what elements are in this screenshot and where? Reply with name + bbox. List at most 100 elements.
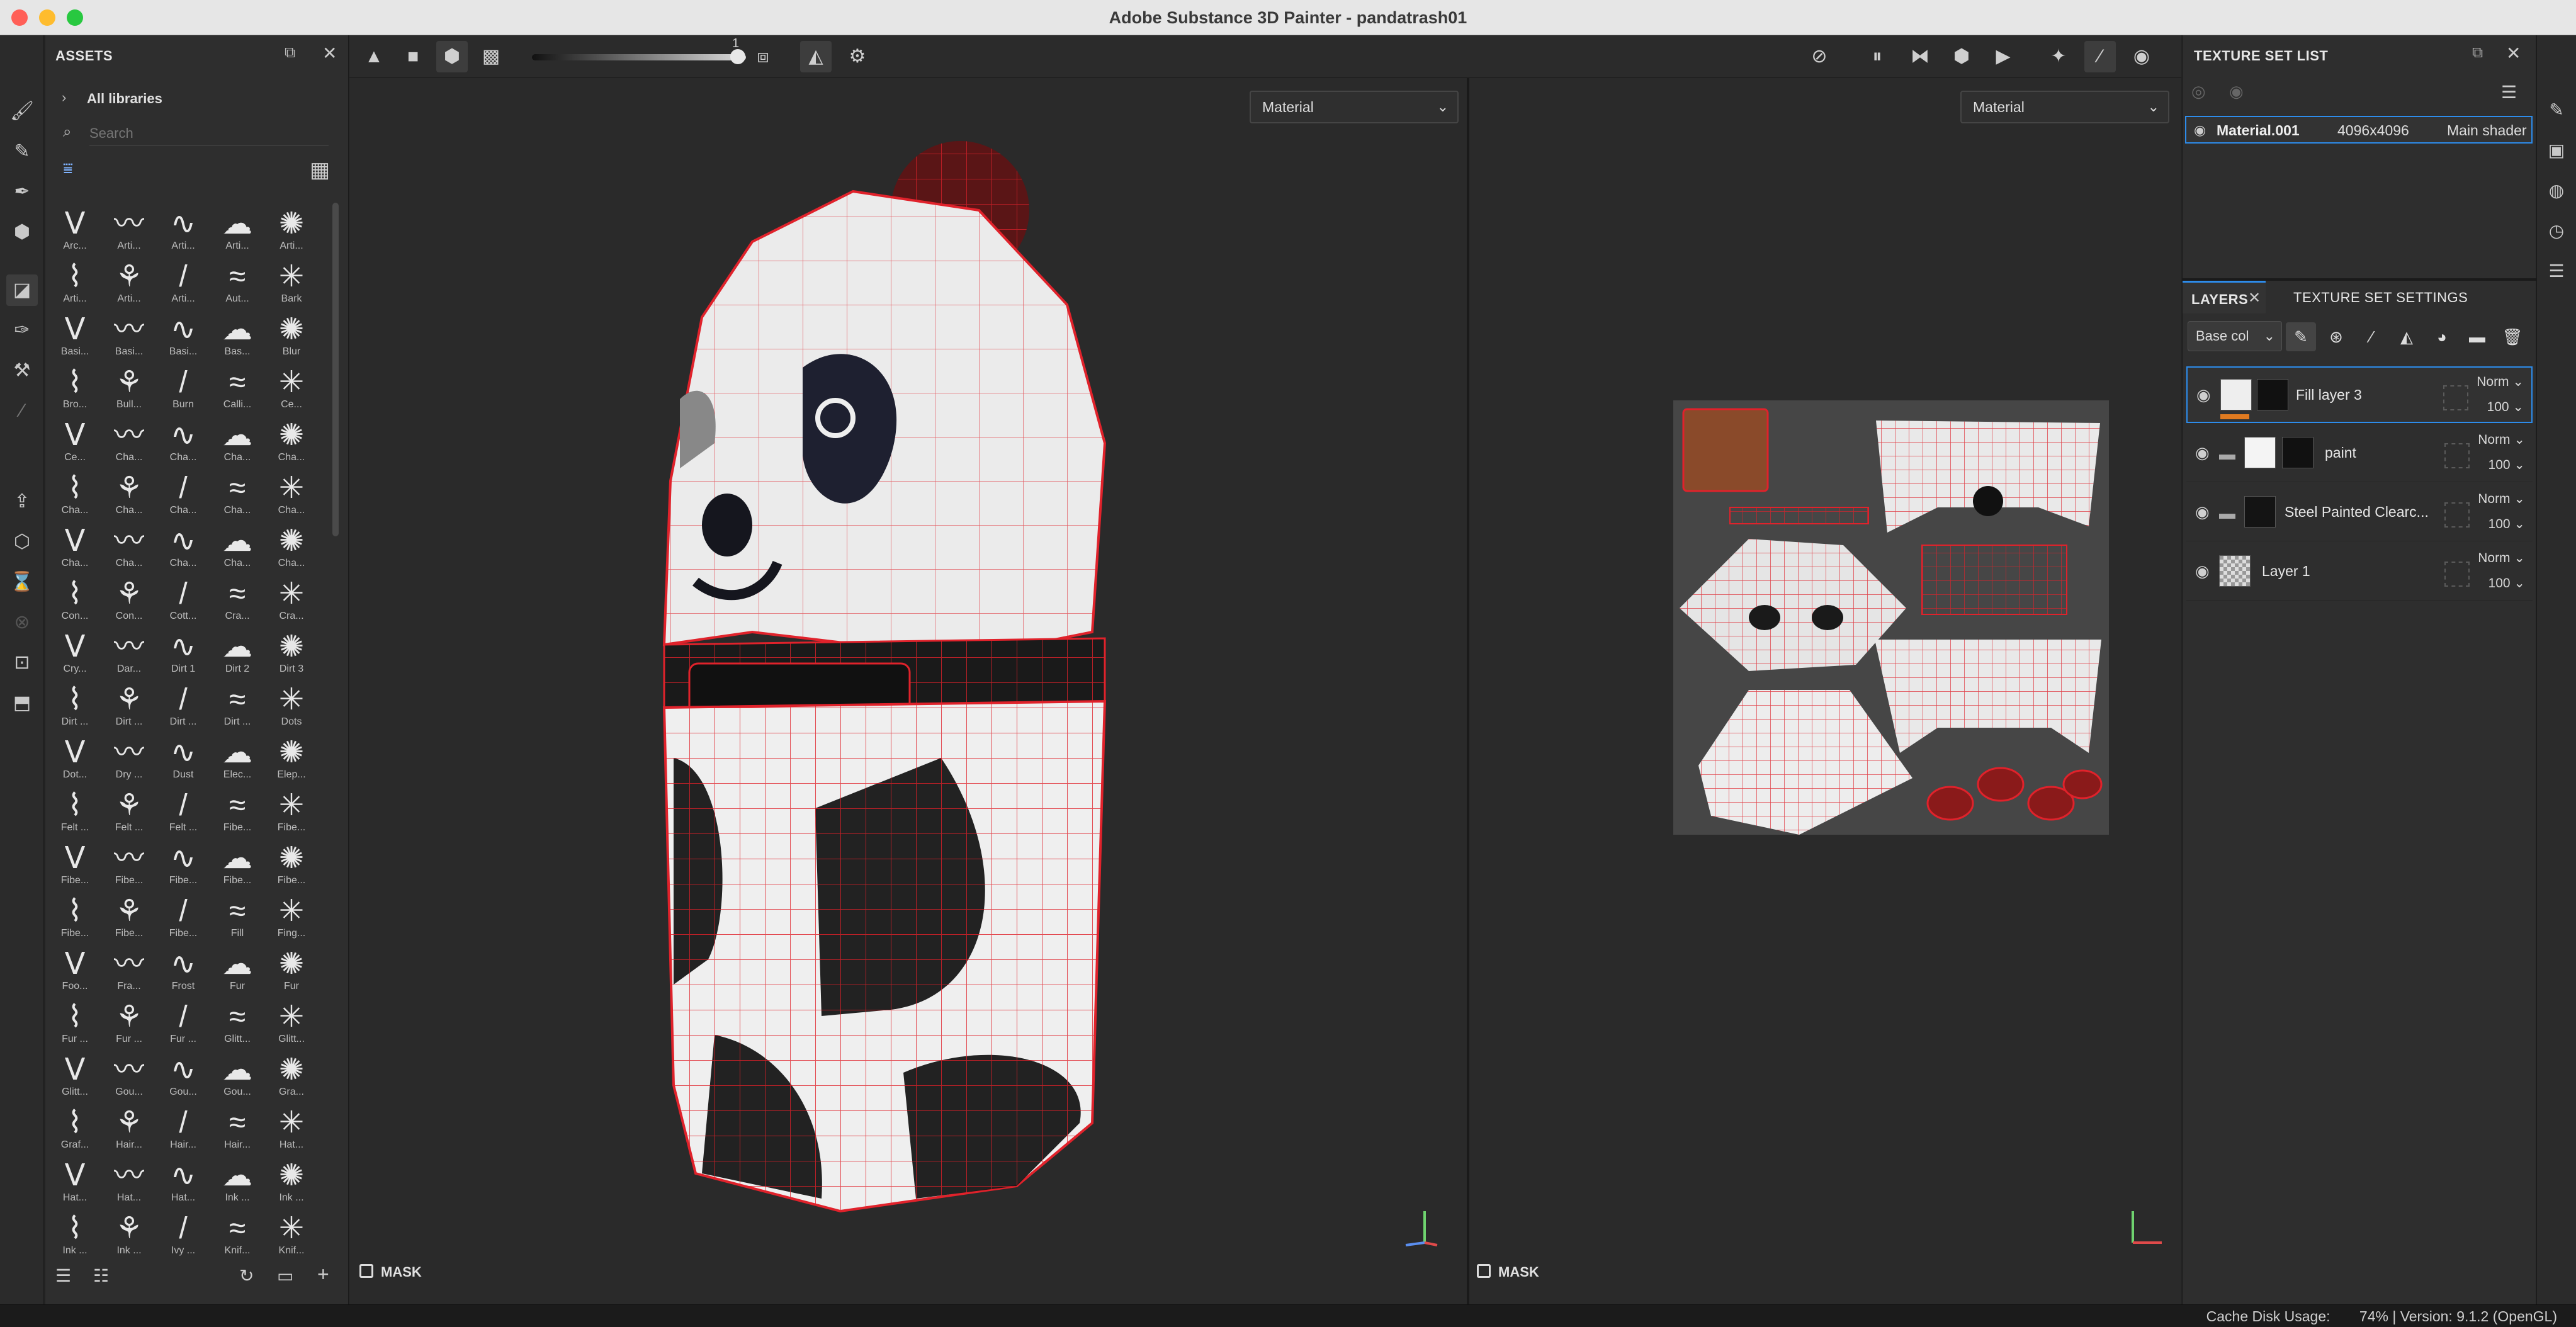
brush-item[interactable]: ☁ Cha... [215,417,259,467]
brush-item[interactable]: ∿ Dirt 1 [161,628,205,679]
brush-item[interactable]: ≈ Calli... [215,364,259,414]
brush-item[interactable]: ✳ Ce... [269,364,314,414]
mirror-icon[interactable]: ⧓ [1904,41,1936,72]
brush-item[interactable]: ⚘ Con... [107,575,151,626]
brush-item[interactable]: ✺ Elep... [269,734,314,784]
brush-item[interactable]: / Arti... [161,258,205,308]
texture-set-item[interactable]: ◉ Material.001 4096x4096 Main shader [2185,116,2533,144]
blend-mode[interactable]: Norm ⌄ [2478,491,2525,507]
undock-icon[interactable]: ⧉ [285,44,295,62]
brush-item[interactable]: 〰 Dry ... [107,734,151,784]
brush-item[interactable]: ᐯ Ce... [53,417,97,467]
brush-item[interactable]: ∿ Cha... [161,417,205,467]
brush-item[interactable]: ✳ Bark [269,258,314,308]
viewport-2d[interactable]: Material ⌄ MASK [1469,78,2181,1304]
brush-item[interactable]: ⚘ Ink ... [107,1210,151,1260]
brush-item[interactable]: 〰 Cha... [107,522,151,573]
brush-item[interactable]: ☁ Ink ... [215,1157,259,1207]
brush-item[interactable]: ⚘ Fur ... [107,998,151,1049]
brush-item[interactable]: ᐯ Cha... [53,522,97,573]
brush-item[interactable]: ∿ Dust [161,734,205,784]
undock-icon[interactable]: ⧉ [2472,44,2483,62]
brush-item[interactable]: 〰 Fra... [107,946,151,996]
history-icon[interactable]: ⊗ [6,607,38,638]
paint-brush-icon[interactable]: 🖌 [6,96,38,127]
mask-checkbox[interactable] [359,1264,373,1278]
close-icon[interactable]: ✕ [2248,289,2261,307]
brush-item[interactable]: ☁ Dirt 2 [215,628,259,679]
layer-row-steel-painted[interactable]: ◉ ▬ Steel Painted Clearc... Norm ⌄ 100 ⌄ [2186,485,2533,541]
brush-item[interactable]: ᐯ Glitt... [53,1051,97,1102]
brush-item[interactable]: ≈ Knif... [215,1210,259,1260]
mask-checkbox-2d[interactable] [1477,1264,1491,1278]
sublist-icon[interactable]: ☷ [93,1265,109,1286]
menu-icon[interactable]: ☰ [2501,82,2517,103]
symmetry-icon[interactable]: ◭ [800,41,832,72]
history-icon[interactable]: ◷ [2541,215,2572,247]
opacity-value[interactable]: 100 ⌄ [2488,575,2525,591]
opacity-value[interactable]: 100 ⌄ [2488,457,2525,473]
brush-item[interactable]: ✳ Cra... [269,575,314,626]
brush-item[interactable]: ⌇ Cha... [53,470,97,520]
brush-item[interactable]: ᐯ Basi... [53,311,97,361]
close-icon[interactable]: ✕ [2506,43,2521,64]
brush-item[interactable]: ✺ Fibe... [269,840,314,890]
brush-item[interactable]: ✺ Blur [269,311,314,361]
brush-item[interactable]: ᐯ Fibe... [53,840,97,890]
square-icon[interactable]: ■ [397,41,429,72]
brush-item[interactable]: ᐯ Hat... [53,1157,97,1207]
smudge-icon[interactable]: ✑ [6,315,38,346]
brush-item[interactable]: ⌇ Dirt ... [53,681,97,731]
brush-item[interactable]: ☁ Cha... [215,522,259,573]
tab-texture-set-settings[interactable]: TEXTURE SET SETTINGS [2293,290,2468,306]
channel-select[interactable]: Base col ⌄ [2188,321,2282,351]
chevron-right-icon[interactable]: › [62,89,66,106]
viewport-3d-mode-select[interactable]: Material ⌄ [1250,91,1459,123]
screenshot-icon[interactable]: ◉ [2126,41,2157,72]
blend-mode[interactable]: Norm ⌄ [2478,432,2525,448]
layer-toggle[interactable] [2444,562,2470,587]
eye-icon[interactable]: ◉ [2194,122,2206,138]
geometry-fill-icon[interactable]: ⬢ [6,217,38,248]
polygon-fill-icon[interactable]: ◪ [6,274,38,306]
brush-item[interactable]: ✳ Dots [269,681,314,731]
add-icon[interactable]: + [317,1263,329,1286]
brush-item[interactable]: ᐯ Dot... [53,734,97,784]
tab-layers[interactable]: LAYERS ✕ [2183,281,2266,313]
eye-icon[interactable]: ◉ [2195,563,2210,579]
brush-item[interactable]: ∿ Gou... [161,1051,205,1102]
bake-icon[interactable]: ⬡ [6,526,38,558]
brush-item[interactable]: ⌇ Con... [53,575,97,626]
brush-item[interactable]: / Hair... [161,1104,205,1155]
shelf-icon[interactable]: ⬒ [6,687,38,719]
brush-item[interactable]: 〰 Hat... [107,1157,151,1207]
display-settings-icon[interactable]: ▣ [2541,135,2572,166]
layer-row-layer-1[interactable]: ◉ Layer 1 Norm ⌄ 100 ⌄ [2186,544,2533,601]
pause-icon[interactable]: ⏸ [1861,41,1893,72]
maximize-window-button[interactable] [67,9,83,26]
brush-item[interactable]: / Burn [161,364,205,414]
lighting-icon[interactable]: ✦ [2043,41,2074,72]
layer-row-fill-layer-3[interactable]: ◉ Fill layer 3 Norm ⌄ 100 ⌄ [2186,366,2533,423]
brush-item[interactable]: ⌇ Fibe... [53,893,97,943]
search-input[interactable] [89,121,329,146]
brush-item[interactable]: ✳ Knif... [269,1210,314,1260]
brush-item[interactable]: ≈ Fibe... [215,787,259,837]
layer-toggle[interactable] [2444,443,2470,468]
checker-icon[interactable]: ▩ [475,41,507,72]
tolerance-slider[interactable] [532,54,746,60]
brush-item[interactable]: ✺ Fur [269,946,314,996]
brush-item[interactable]: / Felt ... [161,787,205,837]
brush-item[interactable]: ⌇ Bro... [53,364,97,414]
brush-item[interactable]: ☁ Arti... [215,205,259,256]
grid-view-icon[interactable]: ▦ [310,157,330,183]
brush-item[interactable]: 〰 Dar... [107,628,151,679]
hide-icon[interactable]: ⊘ [1804,41,1835,72]
add-fill-layer-icon[interactable]: ◭ [2392,322,2422,351]
brush-item[interactable]: ≈ Cha... [215,470,259,520]
brush-item[interactable]: ⌇ Graf... [53,1104,97,1155]
close-icon[interactable]: ✕ [322,43,337,64]
brush-item[interactable]: ⚘ Hair... [107,1104,151,1155]
projection-icon[interactable]: ✒ [6,176,38,208]
settings-icon[interactable]: ⚙ [842,41,873,72]
